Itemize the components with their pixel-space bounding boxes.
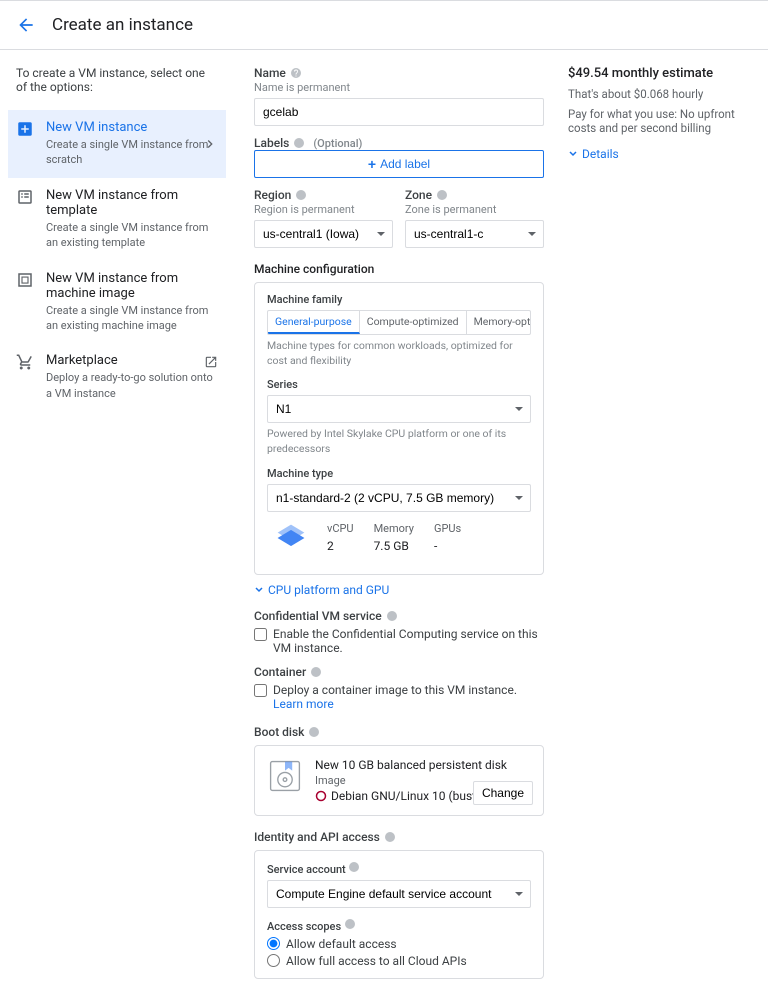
instance-form: Name Name is permanent Labels(Optional) … <box>254 66 544 979</box>
add-label-button[interactable]: +Add label <box>254 150 544 178</box>
region-select[interactable]: us-central1 (Iowa) <box>254 220 393 248</box>
option-desc: Deploy a ready-to-go solution onto a VM … <box>46 370 218 401</box>
estimate-hourly: That's about $0.068 hourly <box>568 87 748 101</box>
container-checkbox[interactable] <box>254 684 267 697</box>
expand-icon <box>254 585 264 595</box>
change-boot-disk-button[interactable]: Change <box>473 781 533 805</box>
region-sub: Region is permanent <box>254 203 393 216</box>
container-label: Container <box>254 665 544 679</box>
option-desc: Create a single VM instance from an exis… <box>46 303 218 334</box>
tab-memory-optimized[interactable]: Memory-optimized <box>467 311 531 334</box>
option-title: Marketplace <box>46 353 218 368</box>
help-icon[interactable] <box>344 918 356 930</box>
plus-square-icon <box>16 120 34 138</box>
access-scopes-label: Access scopes <box>267 918 531 933</box>
labels-label: Labels(Optional) <box>254 136 544 150</box>
machine-family-label: Machine family <box>267 293 531 306</box>
disk-icon <box>267 758 303 794</box>
estimate-details-link[interactable]: Details <box>568 147 748 161</box>
option-title: New VM instance from template <box>46 188 218 218</box>
debian-icon <box>315 790 327 802</box>
estimate-title: $49.54 monthly estimate <box>568 66 748 81</box>
region-label: Region <box>254 188 393 202</box>
help-icon[interactable] <box>293 137 305 149</box>
tab-general-purpose[interactable]: General-purpose <box>268 311 360 334</box>
tab-compute-optimized[interactable]: Compute-optimized <box>360 311 467 334</box>
name-label: Name <box>254 66 544 80</box>
machine-family-tabs: General-purpose Compute-optimized Memory… <box>267 310 531 335</box>
option-desc: Create a single VM instance from scratch <box>46 137 218 168</box>
machine-config-title: Machine configuration <box>254 262 544 276</box>
sidebar-prompt: To create a VM instance, select one of t… <box>16 66 218 94</box>
name-input[interactable] <box>254 98 544 126</box>
option-marketplace[interactable]: Marketplace Deploy a ready-to-go solutio… <box>8 343 226 411</box>
sidebar: To create a VM instance, select one of t… <box>0 50 234 995</box>
help-icon[interactable] <box>310 666 322 678</box>
help-icon[interactable] <box>384 831 396 843</box>
marketplace-icon <box>16 353 34 371</box>
confidential-label: Confidential VM service <box>254 609 544 623</box>
boot-disk-box: New 10 GB balanced persistent disk Image… <box>254 745 544 816</box>
confidential-checkbox[interactable] <box>254 628 267 641</box>
service-account-select[interactable]: Compute Engine default service account <box>267 880 531 908</box>
zone-sub: Zone is permanent <box>405 203 544 216</box>
machine-type-label: Machine type <box>267 467 531 480</box>
name-sub: Name is permanent <box>254 81 544 94</box>
back-arrow-icon[interactable] <box>16 15 36 35</box>
scope-full-radio[interactable] <box>267 954 280 967</box>
boot-disk-label: Boot disk <box>254 725 544 739</box>
page-title: Create an instance <box>52 15 193 35</box>
boot-disk-summary: New 10 GB balanced persistent disk <box>315 758 507 772</box>
help-icon[interactable] <box>386 610 398 622</box>
family-desc: Machine types for common workloads, opti… <box>267 339 531 368</box>
option-title: New VM instance from machine image <box>46 271 218 301</box>
machine-specs: vCPU2 Memory7.5 GB GPUs- <box>267 512 531 564</box>
confidential-checkbox-row[interactable]: Enable the Confidential Computing servic… <box>254 627 544 655</box>
help-icon[interactable] <box>308 726 320 738</box>
series-desc: Powered by Intel Skylake CPU platform or… <box>267 427 531 456</box>
help-icon[interactable] <box>348 861 360 873</box>
series-label: Series <box>267 378 531 391</box>
option-title: New VM instance <box>46 120 218 135</box>
open-external-icon <box>204 355 218 369</box>
identity-label: Identity and API access <box>254 830 544 844</box>
estimate-panel: $49.54 monthly estimate That's about $0.… <box>544 66 748 979</box>
scope-full[interactable]: Allow full access to all Cloud APIs <box>267 954 531 968</box>
help-icon[interactable] <box>436 189 448 201</box>
option-from-template[interactable]: New VM instance from template Create a s… <box>8 178 226 261</box>
estimate-payg: Pay for what you use: No upfront costs a… <box>568 107 748 135</box>
learn-more-link[interactable]: Learn more <box>273 697 334 711</box>
layers-icon <box>275 522 307 554</box>
scope-default-radio[interactable] <box>267 937 280 950</box>
series-select[interactable]: N1 <box>267 395 531 423</box>
chevron-right-icon <box>202 136 218 152</box>
service-account-label: Service account <box>267 861 531 876</box>
machine-image-icon <box>16 271 34 289</box>
help-icon[interactable] <box>290 67 302 79</box>
zone-select[interactable]: us-central1-c <box>405 220 544 248</box>
expand-icon <box>568 149 578 159</box>
option-new-vm[interactable]: New VM instance Create a single VM insta… <box>8 110 226 178</box>
zone-label: Zone <box>405 188 544 202</box>
template-icon <box>16 188 34 206</box>
option-from-machine-image[interactable]: New VM instance from machine image Creat… <box>8 261 226 344</box>
cpu-platform-expand[interactable]: CPU platform and GPU <box>254 583 544 597</box>
help-icon[interactable] <box>295 189 307 201</box>
container-checkbox-row[interactable]: Deploy a container image to this VM inst… <box>254 683 544 711</box>
scope-default[interactable]: Allow default access <box>267 937 531 951</box>
machine-type-select[interactable]: n1-standard-2 (2 vCPU, 7.5 GB memory) <box>267 484 531 512</box>
option-desc: Create a single VM instance from an exis… <box>46 220 218 251</box>
